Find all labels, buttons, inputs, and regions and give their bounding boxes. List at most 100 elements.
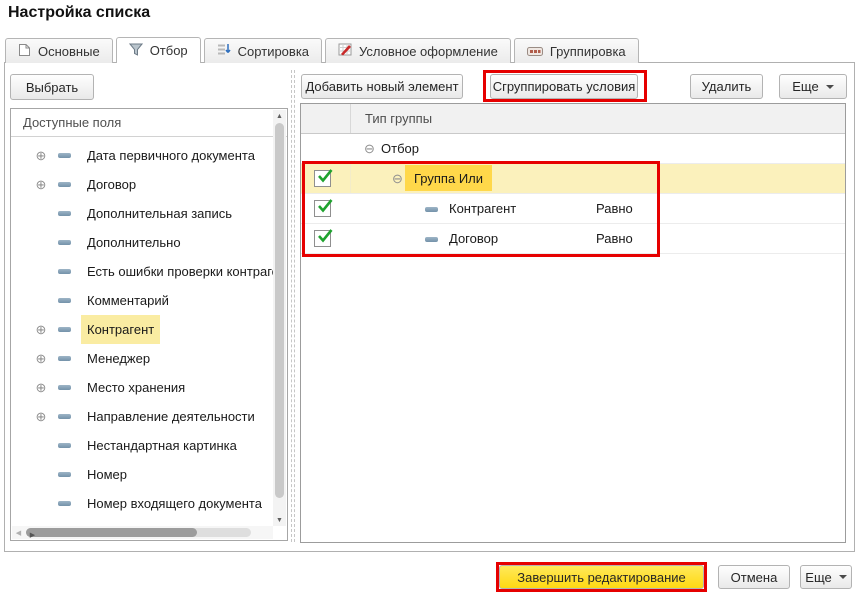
table-body: ⊖ Отбор ⊖ Группа Или Контрагент Равно До… <box>301 134 845 542</box>
horizontal-scrollbar[interactable]: ◀ ▶ <box>12 526 273 539</box>
list-item-label: Контрагент <box>81 315 160 344</box>
tab-label: Отбор <box>150 43 188 58</box>
page-title: Настройка списка <box>8 4 150 22</box>
tab-label: Условное оформление <box>359 44 498 59</box>
list-item-label: Дата первичного документа <box>87 141 255 170</box>
vertical-scrollbar[interactable]: ▲ ▼ <box>273 110 286 526</box>
scroll-down-icon[interactable]: ▼ <box>273 514 286 526</box>
row-label: Отбор <box>381 134 419 163</box>
table-row-otbor[interactable]: ⊖ Отбор <box>301 134 845 164</box>
more-button-top[interactable]: Еще <box>779 74 847 99</box>
collapse-icon[interactable]: ⊖ <box>392 164 403 193</box>
tab-label: Сортировка <box>238 44 309 59</box>
funnel-icon <box>129 43 143 59</box>
field-dash-icon <box>58 240 71 245</box>
row-label: Контрагент <box>449 194 516 223</box>
list-item-label: Есть ошибки проверки контраге <box>87 257 279 286</box>
row-label: Договор <box>449 224 498 253</box>
list-item[interactable]: Номер <box>11 460 287 489</box>
list-item-label: Комментарий <box>87 286 169 315</box>
field-dash-icon <box>425 207 438 212</box>
list-item[interactable]: ⊕ Место хранения <box>11 373 287 402</box>
sort-icon <box>217 43 231 59</box>
list-item[interactable]: Комментарий <box>11 286 287 315</box>
column-divider <box>350 164 351 193</box>
list-item[interactable]: ⊕ Менеджер <box>11 344 287 373</box>
grouping-icon <box>527 44 543 59</box>
tab-sortirovka[interactable]: Сортировка <box>204 38 322 63</box>
expand-icon[interactable]: ⊕ <box>33 402 49 431</box>
scroll-up-icon[interactable]: ▲ <box>273 110 286 122</box>
expand-icon[interactable]: ⊕ <box>33 373 49 402</box>
list-item-label: Номер входящего документа <box>87 489 262 518</box>
field-dash-icon <box>425 237 438 242</box>
list-item[interactable]: Номер входящего документа <box>11 489 287 518</box>
add-element-button[interactable]: Добавить новый элемент <box>301 74 463 99</box>
tab-otbor[interactable]: Отбор <box>116 37 201 63</box>
scrollbar-thumb[interactable] <box>26 528 197 537</box>
checkbox[interactable] <box>314 170 331 187</box>
dropdown-arrow-icon <box>826 85 834 89</box>
field-dash-icon <box>58 443 71 448</box>
select-button[interactable]: Выбрать <box>10 74 94 100</box>
available-fields-list[interactable]: Доступные поля ⊕ Дата первичного докумен… <box>10 108 288 541</box>
list-item-label: Место хранения <box>87 373 185 402</box>
list-item-label: Направление деятельности <box>87 402 255 431</box>
field-dash-icon <box>58 327 71 332</box>
collapse-icon[interactable]: ⊖ <box>364 134 375 163</box>
scroll-right-icon[interactable]: ▶ <box>26 528 39 541</box>
list-item[interactable]: Дополнительно <box>11 228 287 257</box>
table-header: Тип группы <box>301 104 845 134</box>
selected-cell: Группа Или <box>405 165 492 191</box>
list-item-label: Договор <box>87 170 136 199</box>
table-row-kontragent[interactable]: Контрагент Равно <box>301 194 845 224</box>
list-item-kontragent[interactable]: ⊕ Контрагент <box>11 315 287 344</box>
scrollbar-thumb[interactable] <box>275 123 284 498</box>
field-dash-icon <box>58 153 71 158</box>
tab-bar: Основные Отбор Сортировка Условное оформ… <box>5 37 639 63</box>
list-rows: ⊕ Дата первичного документа ⊕ Договор До… <box>11 139 287 527</box>
finish-editing-button[interactable]: Завершить редактирование <box>499 565 704 589</box>
tab-gruppirovka[interactable]: Группировка <box>514 38 639 63</box>
more-button-label: Еще <box>805 570 831 585</box>
expand-icon[interactable]: ⊕ <box>33 315 49 344</box>
list-item[interactable]: Дополнительная запись <box>11 199 287 228</box>
checkbox[interactable] <box>314 200 331 217</box>
table-row-gruppa-ili[interactable]: ⊖ Группа Или <box>301 164 845 194</box>
list-item[interactable]: Нестандартная картинка <box>11 431 287 460</box>
expand-icon[interactable]: ⊕ <box>33 141 49 170</box>
more-button-bottom[interactable]: Еще <box>800 565 852 589</box>
list-item[interactable]: ⊕ Дата первичного документа <box>11 141 287 170</box>
field-dash-icon <box>58 182 71 187</box>
list-header: Доступные поля <box>11 109 287 137</box>
conditions-table[interactable]: Тип группы ⊖ Отбор ⊖ Группа Или Контраге… <box>300 103 846 543</box>
list-item[interactable]: Есть ошибки проверки контраге <box>11 257 287 286</box>
tab-label: Основные <box>38 44 100 59</box>
field-dash-icon <box>58 385 71 390</box>
scrollbar-track[interactable]: ▶ <box>26 528 251 537</box>
comparison-value: Равно <box>596 224 633 253</box>
field-dash-icon <box>58 298 71 303</box>
checkbox[interactable] <box>314 230 331 247</box>
expand-icon[interactable]: ⊕ <box>33 170 49 199</box>
tab-uslovnoe-oformlenie[interactable]: Условное оформление <box>325 38 511 63</box>
delete-button[interactable]: Удалить <box>690 74 763 99</box>
field-dash-icon <box>58 501 71 506</box>
scroll-left-icon[interactable]: ◀ <box>12 526 25 539</box>
table-row-dogovor[interactable]: Договор Равно <box>301 224 845 254</box>
expand-icon[interactable]: ⊕ <box>33 344 49 373</box>
document-icon <box>18 43 31 60</box>
tab-osnovnye[interactable]: Основные <box>5 38 113 63</box>
field-dash-icon <box>58 211 71 216</box>
field-dash-icon <box>58 269 71 274</box>
list-item-label: Нестандартная картинка <box>87 431 237 460</box>
field-dash-icon <box>58 414 71 419</box>
panel-splitter[interactable] <box>291 70 295 542</box>
tab-label: Группировка <box>550 44 626 59</box>
list-item-label: Менеджер <box>87 344 150 373</box>
list-item[interactable]: ⊕ Договор <box>11 170 287 199</box>
group-conditions-button[interactable]: Сгруппировать условия <box>490 74 638 99</box>
conditional-appearance-icon <box>338 43 352 59</box>
cancel-button[interactable]: Отмена <box>718 565 790 589</box>
list-item[interactable]: ⊕ Направление деятельности <box>11 402 287 431</box>
